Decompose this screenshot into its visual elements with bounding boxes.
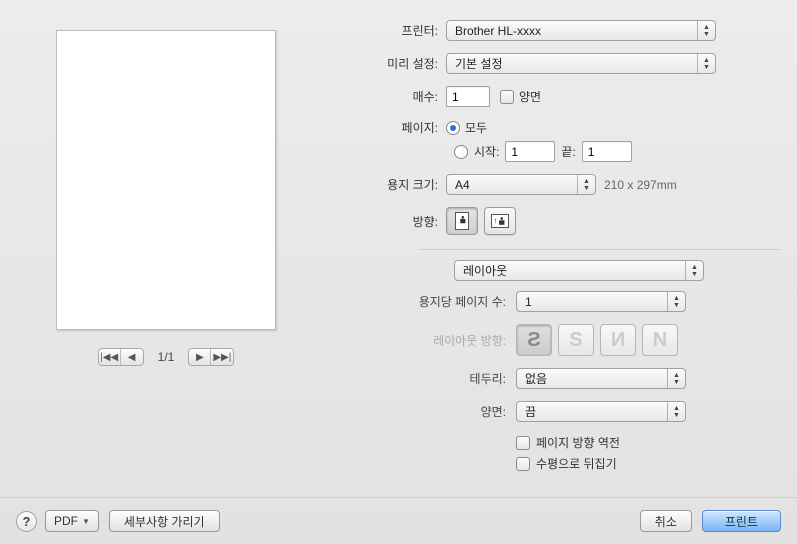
- paper-size-value: A4: [455, 178, 470, 192]
- duplex-select[interactable]: 끔 ▲▼: [516, 401, 686, 422]
- pdf-button[interactable]: PDF ▼: [45, 510, 99, 532]
- layout-direction-label: 레이아웃 방향:: [356, 332, 516, 349]
- prev-page-button[interactable]: ◀: [121, 349, 143, 365]
- updown-icon: ▲▼: [577, 175, 595, 194]
- preset-value: 기본 설정: [455, 55, 503, 72]
- pages-per-sheet-select[interactable]: 1 ▲▼: [516, 291, 686, 312]
- printer-label: 프린터:: [356, 22, 446, 39]
- updown-icon: ▲▼: [697, 21, 715, 40]
- updown-icon: ▲▼: [685, 261, 703, 280]
- pages-range-radio[interactable]: [454, 145, 468, 159]
- orientation-label: 방향:: [356, 213, 446, 230]
- pages-all-radio[interactable]: [446, 121, 460, 135]
- preset-label: 미리 설정:: [356, 55, 446, 72]
- page-counter: 1/1: [152, 350, 181, 364]
- pages-to-label: 끝:: [561, 143, 575, 160]
- preview-pager: |◀◀ ◀ 1/1 ▶ ▶▶|: [16, 348, 316, 366]
- section-value: 레이아웃: [463, 262, 507, 279]
- border-label: 테두리:: [356, 370, 516, 387]
- layout-dir-4[interactable]: N: [642, 324, 678, 356]
- landscape-icon: ↑: [491, 214, 509, 228]
- duplex-label: 양면:: [356, 403, 516, 420]
- updown-icon: ▲▼: [667, 369, 685, 388]
- settings-column: 프린터: Brother HL-xxxx ▲▼ 미리 설정: 기본 설정 ▲▼ …: [356, 20, 781, 484]
- layout-dir-1[interactable]: Ƨ: [516, 324, 552, 356]
- printer-select[interactable]: Brother HL-xxxx ▲▼: [446, 20, 716, 41]
- pages-label: 페이지:: [356, 119, 446, 136]
- pages-from-label: 시작:: [474, 143, 499, 160]
- layout-dir-2[interactable]: S: [558, 324, 594, 356]
- portrait-icon: ↑: [455, 212, 469, 230]
- two-sided-checkbox[interactable]: [500, 90, 514, 104]
- reverse-orientation-label: 페이지 방향 역전: [536, 434, 620, 451]
- cancel-button[interactable]: 취소: [640, 510, 692, 532]
- layout-direction-group: Ƨ S И N: [516, 324, 678, 356]
- help-button[interactable]: ?: [16, 511, 37, 532]
- svg-text:↑: ↑: [494, 217, 498, 225]
- print-button[interactable]: 프린트: [702, 510, 781, 532]
- paper-size-select[interactable]: A4 ▲▼: [446, 174, 596, 195]
- border-select[interactable]: 없음 ▲▼: [516, 368, 686, 389]
- two-sided-label: 양면: [519, 88, 541, 105]
- reverse-orientation-checkbox[interactable]: [516, 436, 530, 450]
- page-preview: [56, 30, 276, 330]
- flip-horizontal-checkbox[interactable]: [516, 457, 530, 471]
- disclosure-icon: ▼: [82, 517, 90, 526]
- section-select[interactable]: 레이아웃 ▲▼: [454, 260, 704, 281]
- updown-icon: ▲▼: [667, 402, 685, 421]
- orientation-group: ↑ ↑: [446, 207, 516, 235]
- preview-column: |◀◀ ◀ 1/1 ▶ ▶▶|: [16, 20, 316, 484]
- first-page-button[interactable]: |◀◀: [99, 349, 121, 365]
- printer-value: Brother HL-xxxx: [455, 24, 541, 38]
- layout-dir-3[interactable]: И: [600, 324, 636, 356]
- pdf-label: PDF: [54, 514, 78, 528]
- preset-select[interactable]: 기본 설정 ▲▼: [446, 53, 716, 74]
- pages-to-input[interactable]: [582, 141, 632, 162]
- next-page-button[interactable]: ▶: [189, 349, 211, 365]
- hide-details-button[interactable]: 세부사항 가리기: [109, 510, 220, 532]
- separator: [418, 249, 781, 250]
- copies-label: 매수:: [356, 88, 446, 105]
- pages-per-sheet-label: 용지당 페이지 수:: [356, 293, 516, 310]
- border-value: 없음: [525, 370, 547, 387]
- duplex-value: 끔: [525, 403, 536, 420]
- pages-per-sheet-value: 1: [525, 295, 532, 309]
- pages-all-label: 모두: [465, 119, 487, 136]
- last-page-button[interactable]: ▶▶|: [211, 349, 233, 365]
- pager-back-group: |◀◀ ◀: [98, 348, 144, 366]
- updown-icon: ▲▼: [667, 292, 685, 311]
- pager-fwd-group: ▶ ▶▶|: [188, 348, 234, 366]
- flip-horizontal-label: 수평으로 뒤집기: [536, 455, 617, 472]
- portrait-button[interactable]: ↑: [446, 207, 478, 235]
- landscape-button[interactable]: ↑: [484, 207, 516, 235]
- footer: ? PDF ▼ 세부사항 가리기 취소 프린트: [0, 497, 797, 544]
- pages-from-input[interactable]: [505, 141, 555, 162]
- copies-input[interactable]: [446, 86, 490, 107]
- paper-dimensions: 210 x 297mm: [604, 178, 677, 192]
- paper-size-label: 용지 크기:: [356, 176, 446, 193]
- updown-icon: ▲▼: [697, 54, 715, 73]
